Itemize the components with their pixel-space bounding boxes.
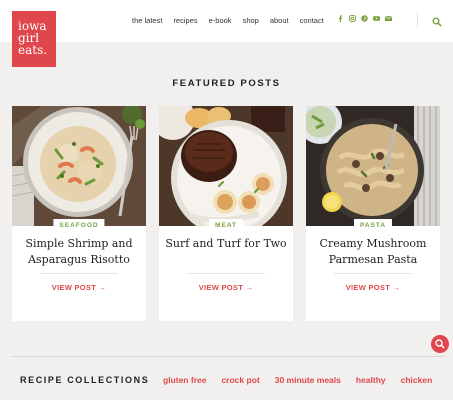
collection-link-gluten-free[interactable]: gluten free (163, 375, 206, 385)
view-post-link[interactable]: VIEW POST → (12, 283, 146, 292)
collection-link-30-minute-meals[interactable]: 30 minute meals (275, 375, 341, 385)
logo-line: eats. (18, 43, 48, 57)
section-title-featured: FEATURED POSTS (172, 78, 281, 89)
collection-link-crock-pot[interactable]: crock pot (221, 375, 259, 385)
nav-item-recipes[interactable]: recipes (173, 16, 197, 25)
pinterest-icon[interactable] (361, 15, 368, 22)
card-divider (40, 273, 118, 274)
header-divider (417, 13, 418, 27)
category-badge[interactable]: SEAFOOD (53, 219, 105, 232)
post-image[interactable] (159, 106, 293, 226)
site-logo[interactable]: iowa girl eats. (12, 11, 56, 67)
main-nav: the latest recipes e-book shop about con… (132, 16, 324, 25)
post-card[interactable]: SEAFOOD Simple Shrimp and Asparagus Riso… (12, 106, 146, 321)
card-divider (187, 273, 265, 274)
instagram-icon[interactable] (349, 15, 356, 22)
collection-link-chicken[interactable]: chicken (401, 375, 433, 385)
search-icon (435, 339, 445, 349)
nav-item-latest[interactable]: the latest (132, 16, 162, 25)
email-icon[interactable] (384, 15, 393, 22)
social-links (337, 15, 393, 22)
nav-item-shop[interactable]: shop (243, 16, 259, 25)
floating-search-button[interactable] (431, 335, 449, 353)
category-badge[interactable]: PASTA (353, 219, 393, 232)
post-card[interactable]: PASTA Creamy Mushroom Parmesan Pasta VIE… (306, 106, 440, 321)
post-title[interactable]: Creamy Mushroom Parmesan Pasta (312, 236, 434, 267)
nav-item-about[interactable]: about (270, 16, 289, 25)
view-post-link[interactable]: VIEW POST → (306, 283, 440, 292)
card-divider (334, 273, 412, 274)
category-badge[interactable]: MEAT (209, 219, 243, 232)
post-card[interactable]: MEAT Surf and Turf for Two VIEW POST → (159, 106, 293, 321)
facebook-icon[interactable] (337, 15, 344, 22)
view-post-link[interactable]: VIEW POST → (159, 283, 293, 292)
search-icon[interactable] (432, 14, 442, 27)
post-title[interactable]: Surf and Turf for Two (165, 236, 287, 252)
post-image[interactable] (12, 106, 146, 226)
collection-link-healthy[interactable]: healthy (356, 375, 386, 385)
youtube-icon[interactable] (373, 15, 380, 22)
recipe-collections-label: RECIPE COLLECTIONS (20, 375, 150, 385)
section-divider (12, 356, 445, 357)
nav-item-ebook[interactable]: e-book (209, 16, 232, 25)
site-header: the latest recipes e-book shop about con… (0, 0, 453, 42)
nav-item-contact[interactable]: contact (300, 16, 324, 25)
post-title[interactable]: Simple Shrimp and Asparagus Risotto (18, 236, 140, 267)
post-image[interactable] (306, 106, 440, 226)
recipe-collections-list: gluten free crock pot 30 minute meals he… (163, 375, 432, 385)
